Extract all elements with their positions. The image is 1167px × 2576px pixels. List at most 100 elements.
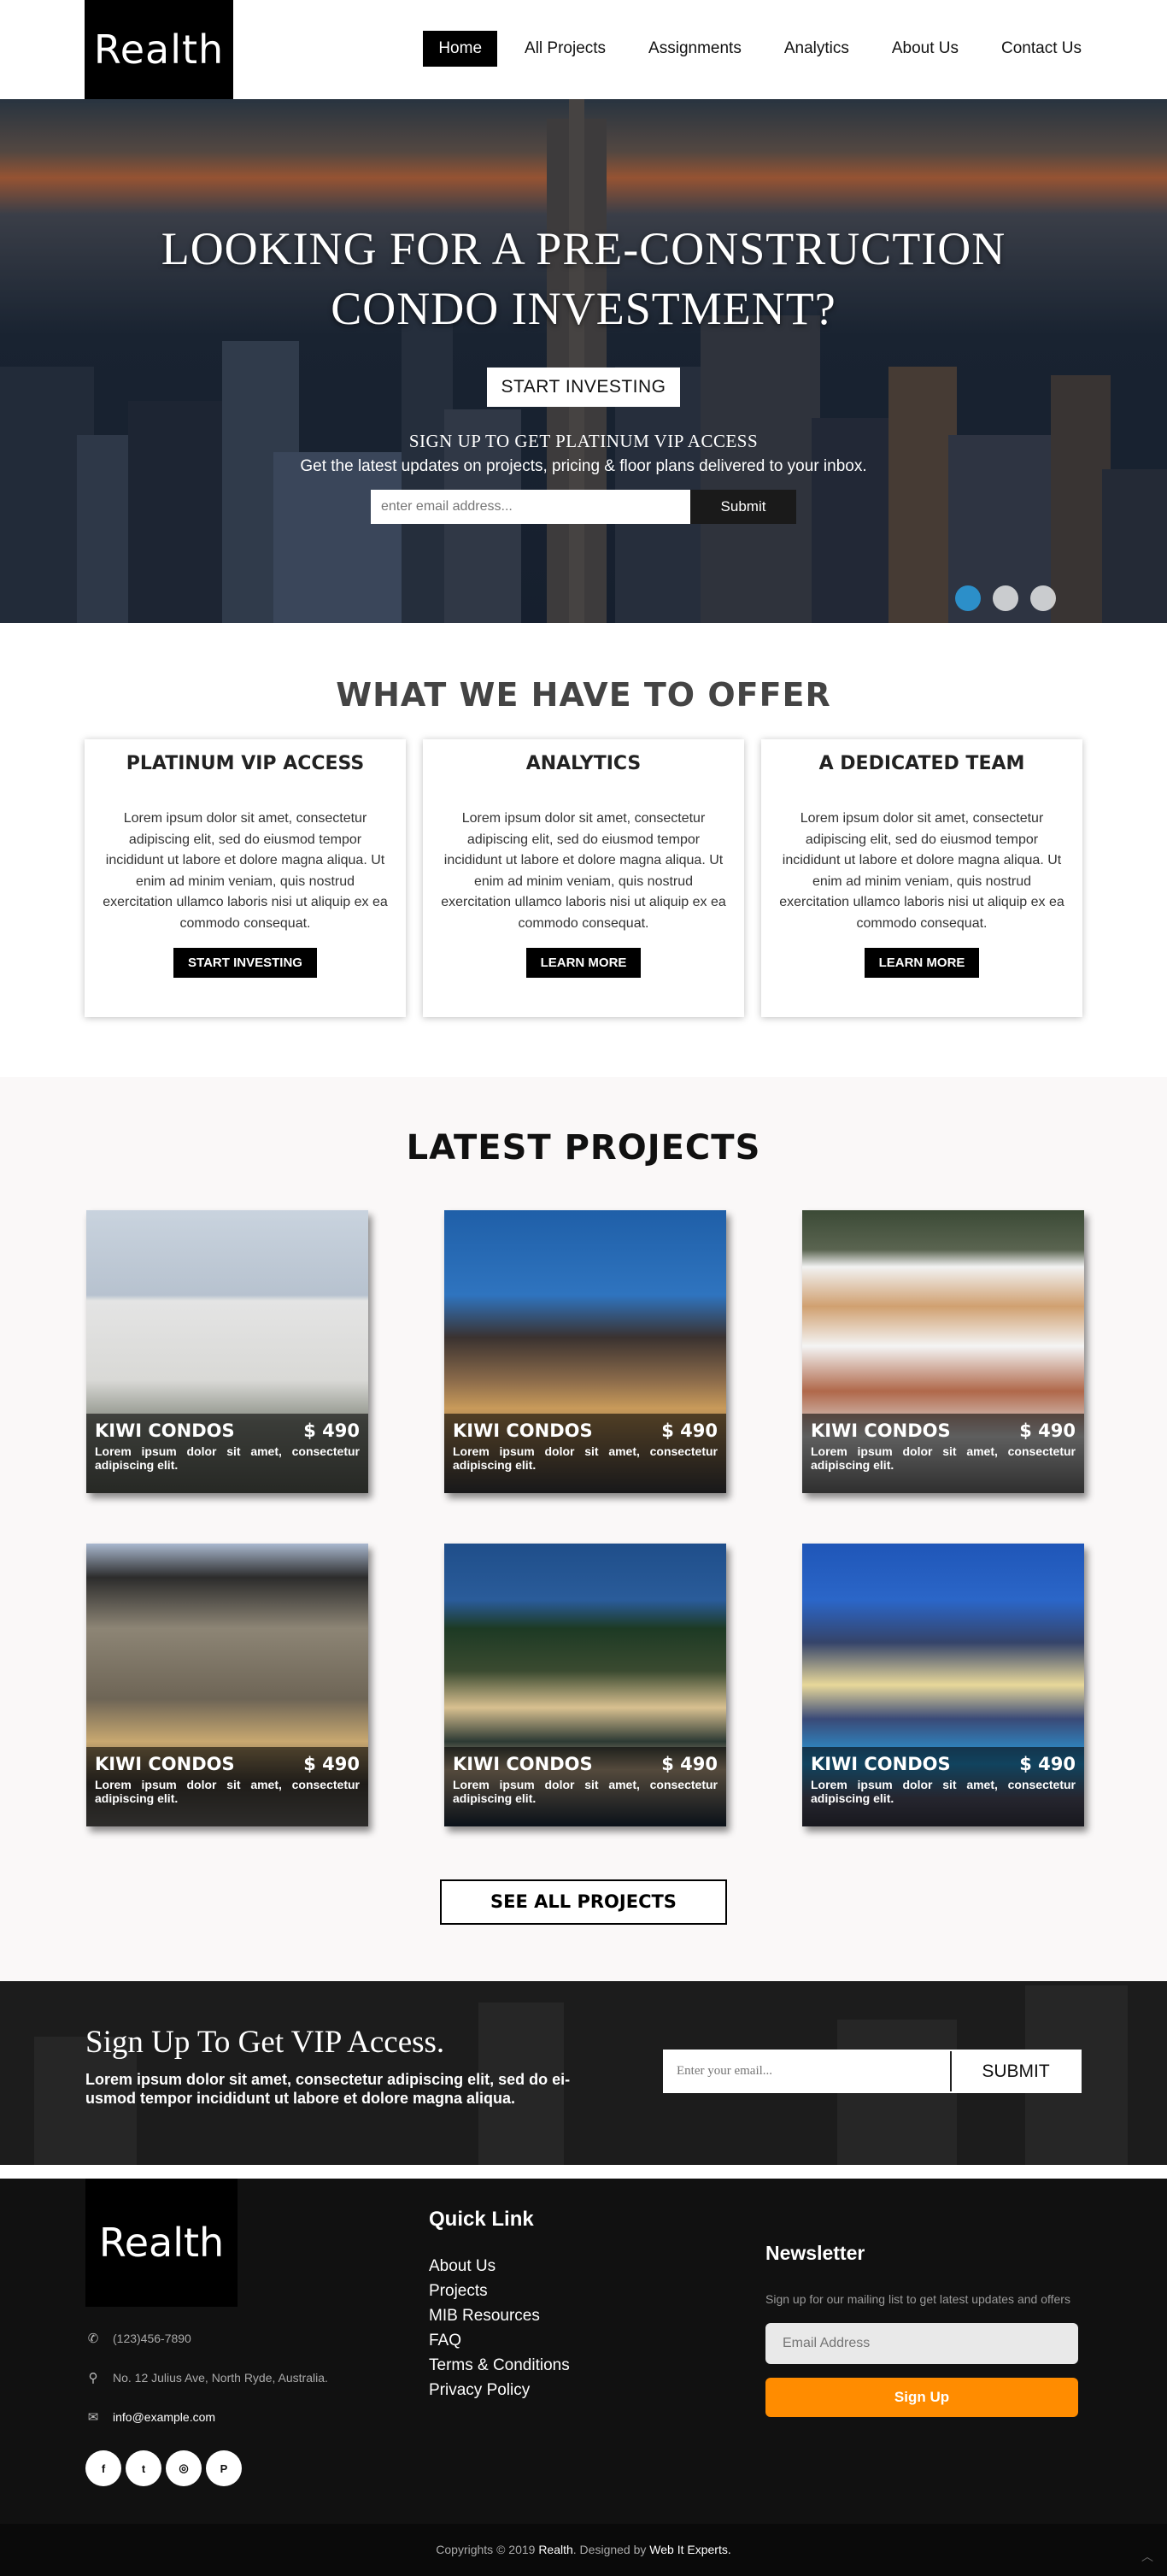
project-name: KIWI CONDOS bbox=[453, 1754, 593, 1774]
project-card[interactable]: KIWI CONDOS $ 490 Lorem ipsum dolor sit a… bbox=[802, 1210, 1084, 1493]
newsletter-signup-button[interactable]: Sign Up bbox=[765, 2378, 1078, 2417]
offer-card: PLATINUM VIP ACCESS Lorem ipsum dolor si… bbox=[85, 739, 406, 1017]
copyright-designer[interactable]: Web It Experts. bbox=[649, 2543, 730, 2556]
vip-subtext: Get the latest updates on projects, pric… bbox=[300, 457, 867, 475]
project-name: KIWI CONDOS bbox=[95, 1420, 235, 1441]
hero-title-line2: CONDO INVESTMENT? bbox=[331, 283, 836, 334]
hero-title-line1: LOOKING FOR A PRE-CONSTRUCTION bbox=[161, 223, 1006, 274]
offer-title: WHAT WE HAVE TO OFFER bbox=[336, 676, 831, 714]
twitter-icon[interactable]: t bbox=[126, 2450, 161, 2486]
copyright-bar: Copyrights © 2019 Realth. Designed by We… bbox=[0, 2524, 1167, 2576]
hero-title: LOOKING FOR A PRE-CONSTRUCTION CONDO INV… bbox=[0, 219, 1167, 338]
copyright-prefix: Copyrights © 2019 bbox=[436, 2543, 536, 2556]
project-price: $ 490 bbox=[303, 1754, 360, 1774]
vip-email-input[interactable] bbox=[665, 2051, 952, 2091]
site-logo[interactable]: Realth bbox=[85, 0, 233, 99]
project-price: $ 490 bbox=[303, 1420, 360, 1441]
quick-links: Quick Link About Us Projects MIB Resourc… bbox=[429, 2208, 570, 2403]
footer-email[interactable]: info@example.com bbox=[113, 2410, 215, 2424]
quick-link-faq[interactable]: FAQ bbox=[429, 2328, 570, 2353]
newsletter-email-input[interactable] bbox=[765, 2323, 1078, 2364]
hero-signup-form: Submit bbox=[371, 490, 796, 524]
social-links: f t ◎ P bbox=[85, 2450, 242, 2486]
copyright-brand[interactable]: Realth bbox=[538, 2543, 572, 2556]
quick-link-terms[interactable]: Terms & Conditions bbox=[429, 2353, 570, 2378]
projects-title: LATEST PROJECTS bbox=[406, 1128, 761, 1167]
project-price: $ 490 bbox=[1019, 1420, 1076, 1441]
vip-heading: SIGN UP TO GET PLATINUM VIP ACCESS bbox=[408, 431, 759, 451]
copyright-middle: . Designed by bbox=[572, 2543, 647, 2556]
main-menu: Home All Projects Assignments Analytics … bbox=[423, 31, 1097, 67]
vip-signup-text: Lorem ipsum dolor sit amet, consectetur … bbox=[85, 2071, 571, 2107]
facebook-icon[interactable]: f bbox=[85, 2450, 121, 2486]
offer-card-text: Lorem ipsum dolor sit amet, consectetur … bbox=[441, 811, 726, 931]
project-desc: Lorem ipsum dolor sit amet, consectetur … bbox=[811, 1444, 1076, 1472]
newsletter-title: Newsletter bbox=[765, 2242, 865, 2264]
quick-links-title: Quick Link bbox=[429, 2208, 534, 2231]
offer-card-title: ANALYTICS bbox=[525, 753, 642, 774]
slider-dot-1[interactable] bbox=[955, 585, 981, 611]
slider-dot-2[interactable] bbox=[993, 585, 1018, 611]
quick-link-about[interactable]: About Us bbox=[429, 2254, 570, 2279]
project-name: KIWI CONDOS bbox=[811, 1754, 951, 1774]
footer-logo[interactable]: Realth bbox=[85, 2179, 238, 2307]
project-card[interactable]: KIWI CONDOS $ 490 Lorem ipsum dolor sit a… bbox=[802, 1544, 1084, 1826]
project-desc: Lorem ipsum dolor sit amet, consectetur … bbox=[811, 1778, 1076, 1805]
slider-dot-3[interactable] bbox=[1030, 585, 1056, 611]
project-card[interactable]: KIWI CONDOS $ 490 Lorem ipsum dolor sit a… bbox=[444, 1210, 726, 1493]
nav-about-us[interactable]: About Us bbox=[877, 31, 974, 67]
vip-signup-title: Sign Up To Get VIP Access. bbox=[85, 2025, 445, 2060]
divider bbox=[0, 2165, 1167, 2179]
offer-cards: PLATINUM VIP ACCESS Lorem ipsum dolor si… bbox=[85, 739, 1082, 1017]
hero-email-input[interactable] bbox=[371, 490, 690, 524]
learn-more-button[interactable]: LEARN MORE bbox=[864, 948, 980, 978]
offer-card-title: A DEDICATED TEAM bbox=[818, 753, 1025, 774]
hero-banner: LOOKING FOR A PRE-CONSTRUCTION CONDO INV… bbox=[0, 99, 1167, 623]
pinterest-icon[interactable]: P bbox=[206, 2450, 242, 2486]
footer: Realth ✆ (123)456-7890 ⚲ No. 12 Julius Ave… bbox=[0, 2179, 1167, 2524]
project-caption: KIWI CONDOS $ 490 Lorem ipsum dolor sit a… bbox=[802, 1414, 1084, 1493]
footer-phone[interactable]: (123)456-7890 bbox=[113, 2332, 191, 2345]
vip-submit-button[interactable]: SUBMIT bbox=[952, 2051, 1080, 2091]
offer-card: A DEDICATED TEAM Lorem ipsum dolor sit a… bbox=[761, 739, 1082, 1017]
top-navbar: Realth Home All Projects Assignments Ana… bbox=[0, 0, 1167, 99]
learn-more-button[interactable]: LEARN MORE bbox=[525, 948, 642, 978]
hero-submit-button[interactable]: Submit bbox=[690, 490, 796, 524]
project-desc: Lorem ipsum dolor sit amet, consectetur … bbox=[95, 1444, 360, 1472]
quick-link-privacy[interactable]: Privacy Policy bbox=[429, 2378, 570, 2403]
project-caption: KIWI CONDOS $ 490 Lorem ipsum dolor sit a… bbox=[444, 1747, 726, 1826]
newsletter-text: Sign up for our mailing list to get late… bbox=[765, 2292, 1070, 2306]
start-investing-button[interactable]: START INVESTING bbox=[487, 368, 680, 407]
nav-all-projects[interactable]: All Projects bbox=[509, 31, 621, 67]
nav-analytics[interactable]: Analytics bbox=[769, 31, 865, 67]
envelope-icon: ✉ bbox=[87, 2410, 99, 2425]
projects-section: LATEST PROJECTS KIWI CONDOS $ 490 Lorem i… bbox=[0, 1077, 1167, 1981]
vip-signup-strip: Sign Up To Get VIP Access. Lorem ipsum d… bbox=[0, 1981, 1167, 2165]
scroll-top-icon[interactable]: ︿ bbox=[1135, 2544, 1160, 2569]
project-desc: Lorem ipsum dolor sit amet, consectetur … bbox=[453, 1444, 718, 1472]
nav-assignments[interactable]: Assignments bbox=[633, 31, 757, 67]
footer-address: No. 12 Julius Ave, North Ryde, Australia… bbox=[113, 2371, 328, 2385]
start-investing-card-button[interactable]: START INVESTING bbox=[173, 948, 317, 978]
quick-link-projects[interactable]: Projects bbox=[429, 2279, 570, 2303]
project-card[interactable]: KIWI CONDOS $ 490 Lorem ipsum dolor sit a… bbox=[86, 1544, 368, 1826]
project-card[interactable]: KIWI CONDOS $ 490 Lorem ipsum dolor sit a… bbox=[86, 1210, 368, 1493]
project-desc: Lorem ipsum dolor sit amet, consectetur … bbox=[453, 1778, 718, 1805]
project-card[interactable]: KIWI CONDOS $ 490 Lorem ipsum dolor sit a… bbox=[444, 1544, 726, 1826]
quick-link-resources[interactable]: MIB Resources bbox=[429, 2303, 570, 2328]
vip-signup-form: SUBMIT bbox=[663, 2050, 1082, 2093]
nav-contact-us[interactable]: Contact Us bbox=[986, 31, 1097, 67]
instagram-icon[interactable]: ◎ bbox=[166, 2450, 202, 2486]
projects-grid: KIWI CONDOS $ 490 Lorem ipsum dolor sit a… bbox=[85, 1210, 1084, 1826]
offer-section: WHAT WE HAVE TO OFFER PLATINUM VIP ACCES… bbox=[0, 623, 1167, 1077]
hero-content: LOOKING FOR A PRE-CONSTRUCTION CONDO INV… bbox=[0, 219, 1167, 524]
footer-contact: ✆ (123)456-7890 ⚲ No. 12 Julius Ave, North… bbox=[85, 2319, 328, 2437]
offer-card-title: PLATINUM VIP ACCESS bbox=[126, 753, 365, 774]
offer-card: ANALYTICS Lorem ipsum dolor sit amet, co… bbox=[423, 739, 744, 1017]
see-all-projects-button[interactable]: SEE ALL PROJECTS bbox=[440, 1879, 727, 1925]
project-caption: KIWI CONDOS $ 490 Lorem ipsum dolor sit a… bbox=[802, 1747, 1084, 1826]
nav-home[interactable]: Home bbox=[423, 31, 498, 67]
project-price: $ 490 bbox=[1019, 1754, 1076, 1774]
project-price: $ 490 bbox=[661, 1754, 718, 1774]
project-name: KIWI CONDOS bbox=[95, 1754, 235, 1774]
